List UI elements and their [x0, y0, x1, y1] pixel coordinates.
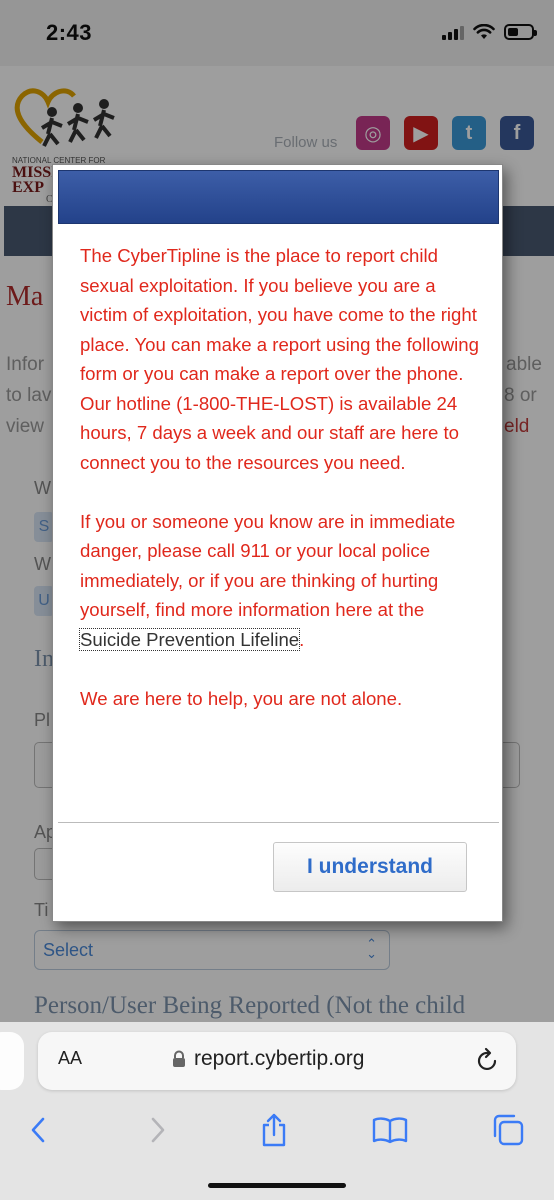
- modal-paragraph-help: We are here to help, you are not alone.: [80, 687, 403, 709]
- modal-paragraph-intro: The CyberTipline is the place to report …: [80, 245, 479, 473]
- url-text: report.cybertip.org: [194, 1047, 365, 1070]
- bookmarks-button[interactable]: [368, 1108, 412, 1152]
- tabs-icon: [493, 1114, 524, 1146]
- text-size-button[interactable]: AA: [58, 1048, 82, 1069]
- address-bar[interactable]: AA report.cybertip.org: [38, 1032, 516, 1090]
- reload-icon[interactable]: [476, 1047, 500, 1073]
- chevron-right-icon: [151, 1117, 165, 1143]
- suicide-prevention-lifeline-link[interactable]: Suicide Prevention Lifeline: [78, 627, 301, 651]
- browser-toolbar: [0, 1102, 554, 1200]
- modal-divider: [58, 822, 499, 823]
- modal-paragraph-danger: If you or someone you know are in immedi…: [78, 510, 456, 651]
- tabs-button[interactable]: [486, 1108, 530, 1152]
- share-button[interactable]: [252, 1108, 296, 1152]
- browser-address-area: AA report.cybertip.org: [0, 1022, 554, 1102]
- share-icon: [262, 1113, 286, 1147]
- i-understand-button[interactable]: I understand: [273, 842, 467, 892]
- back-button[interactable]: [16, 1108, 60, 1152]
- cybertipline-modal: The CyberTipline is the place to report …: [52, 164, 503, 922]
- book-icon: [372, 1117, 408, 1144]
- previous-tab-preview[interactable]: [0, 1032, 24, 1090]
- forward-button[interactable]: [136, 1108, 180, 1152]
- home-indicator: [208, 1183, 346, 1188]
- chevron-left-icon: [31, 1117, 45, 1143]
- modal-header-bar: [58, 170, 499, 224]
- lock-icon: [173, 1050, 185, 1067]
- modal-body: The CyberTipline is the place to report …: [78, 241, 480, 713]
